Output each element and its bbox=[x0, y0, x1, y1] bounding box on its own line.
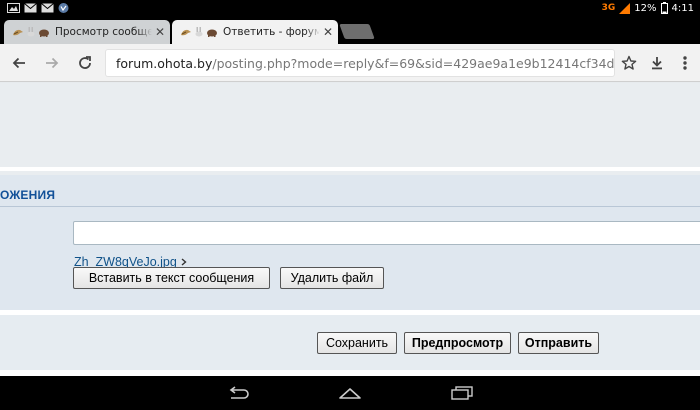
bird-favicon-icon bbox=[181, 29, 191, 36]
status-indicators: 3G 12% 4:11 bbox=[602, 1, 694, 15]
rabbit-favicon-icon bbox=[195, 27, 203, 37]
status-bar: 3G 12% 4:11 bbox=[0, 0, 700, 16]
battery-icon bbox=[660, 2, 668, 14]
mail-notification-icon bbox=[41, 3, 54, 13]
chevron-right-icon bbox=[181, 258, 187, 266]
new-tab-button[interactable] bbox=[339, 24, 375, 39]
clock: 4:11 bbox=[671, 2, 694, 14]
close-tab-icon[interactable]: ✕ bbox=[320, 25, 336, 39]
boar-favicon-icon bbox=[207, 29, 217, 37]
page-content: ОЖЕНИЯ Zh_ZW8qVeJo.jpg Вставить в текст … bbox=[0, 83, 700, 376]
forward-button[interactable] bbox=[42, 53, 62, 73]
menu-button[interactable] bbox=[675, 53, 695, 73]
attachments-panel: ОЖЕНИЯ Zh_ZW8qVeJo.jpg Вставить в текст … bbox=[0, 175, 700, 310]
url-host: forum.ohota.by bbox=[116, 55, 213, 71]
insert-inline-button[interactable]: Вставить в текст сообщения bbox=[73, 267, 270, 289]
nav-back-icon bbox=[229, 386, 249, 399]
url-text: forum.ohota.by/posting.php?mode=reply&f=… bbox=[116, 56, 614, 71]
mail-notification-icon bbox=[24, 3, 37, 13]
boar-favicon-icon bbox=[39, 29, 49, 37]
more-vert-icon bbox=[683, 56, 687, 70]
favicon bbox=[180, 27, 218, 37]
reload-icon bbox=[79, 56, 91, 69]
android-nav-bar bbox=[0, 376, 700, 410]
bookmark-button[interactable] bbox=[619, 53, 639, 73]
favicon bbox=[12, 27, 50, 37]
browser-toolbar: forum.ohota.by/posting.php?mode=reply&f=… bbox=[0, 44, 700, 82]
delete-file-button[interactable]: Удалить файл bbox=[280, 267, 384, 289]
bird-favicon-icon bbox=[13, 29, 23, 36]
image-notification-icon bbox=[7, 3, 20, 13]
close-tab-icon[interactable]: ✕ bbox=[152, 25, 168, 39]
save-button[interactable]: Сохранить bbox=[317, 332, 397, 354]
nav-recents-icon bbox=[451, 386, 473, 400]
vk-notification-icon bbox=[58, 3, 69, 13]
back-button[interactable] bbox=[9, 53, 29, 73]
divider bbox=[0, 206, 700, 207]
signal-icon bbox=[619, 2, 631, 14]
tab-title: Просмотр сообщения bbox=[55, 26, 152, 38]
tab-view-message[interactable]: Просмотр сообщения ✕ bbox=[4, 20, 170, 44]
preview-button[interactable]: Предпросмотр bbox=[404, 332, 511, 354]
nav-home-icon bbox=[339, 388, 361, 399]
network-type: 3G bbox=[601, 3, 616, 13]
tab-title: Ответить - форум охоты bbox=[223, 26, 320, 38]
rabbit-favicon-icon bbox=[27, 27, 35, 37]
file-comment-input[interactable] bbox=[73, 221, 700, 245]
address-bar[interactable]: forum.ohota.by/posting.php?mode=reply&f=… bbox=[106, 50, 614, 76]
battery-percent: 12% bbox=[634, 2, 657, 14]
tab-reply[interactable]: Ответить - форум охоты ✕ bbox=[172, 20, 338, 44]
tab-strip: Просмотр сообщения ✕ Ответить - форум ох… bbox=[0, 16, 700, 44]
attachments-title: ОЖЕНИЯ bbox=[0, 188, 56, 202]
download-button[interactable] bbox=[647, 53, 667, 73]
url-path: /posting.php?mode=reply&f=69&sid=429ae9a… bbox=[212, 55, 614, 71]
nav-back-button[interactable] bbox=[225, 384, 253, 402]
submit-buttons: Сохранить Предпросмотр Отправить bbox=[0, 315, 700, 370]
nav-home-button[interactable] bbox=[336, 384, 364, 402]
download-icon bbox=[652, 57, 662, 70]
arrow-back-icon bbox=[12, 57, 25, 69]
arrow-forward-icon bbox=[46, 57, 59, 69]
device-screen: 3G 12% 4:11 Просмотр сообщения ✕ Ответит… bbox=[0, 0, 700, 410]
reload-button[interactable] bbox=[75, 53, 95, 73]
star-icon bbox=[621, 55, 637, 70]
top-panel bbox=[0, 83, 700, 171]
nav-recents-button[interactable] bbox=[448, 384, 476, 402]
submit-button[interactable]: Отправить bbox=[518, 332, 599, 354]
